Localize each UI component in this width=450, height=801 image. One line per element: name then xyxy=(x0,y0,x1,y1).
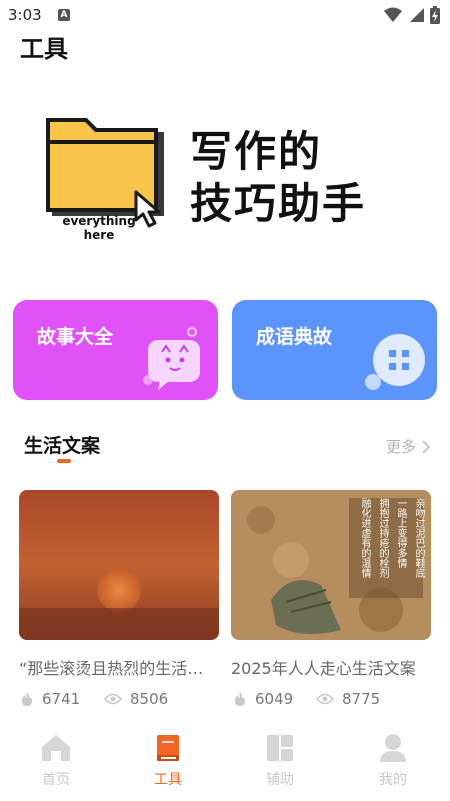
page-title: 工具 xyxy=(20,35,68,63)
article-title[interactable]: “那些滚烫且热烈的生活瞬间” xyxy=(19,655,219,679)
tab-tools[interactable]: 工具 xyxy=(133,733,203,789)
chat-bubble-grid-icon xyxy=(365,334,425,390)
views-stat: 8506 xyxy=(104,690,168,708)
home-icon xyxy=(42,735,70,761)
tab-label: 首页 xyxy=(42,772,70,788)
hero-banner[interactable]: everything here 写作的 技巧助手 xyxy=(40,110,420,250)
more-label: 更多 xyxy=(385,438,416,456)
book-icon xyxy=(157,735,179,761)
chat-bubble-cat-icon xyxy=(143,327,200,390)
section-underline xyxy=(57,459,71,463)
idiom-stories-card[interactable]: 成语典故 xyxy=(232,300,437,400)
signal-icon xyxy=(410,8,424,22)
article-thumbnail-shoe[interactable]: 亲吻过泥巴的鞋底 一路上变得多情 拥抱过持疮的栓剂 融化进虚有的温情 xyxy=(231,490,431,640)
wifi-icon xyxy=(384,7,402,22)
bottom-tab-bar: 首页 工具 辅助 我的 xyxy=(0,725,450,801)
notification-icon: A xyxy=(58,9,70,21)
likes-stat: 6049 xyxy=(233,690,293,708)
tab-label: 我的 xyxy=(379,772,407,788)
status-bar: 3:03 A xyxy=(0,0,450,30)
idiom-stories-label: 成语典故 xyxy=(256,326,333,348)
profile-icon xyxy=(380,734,406,762)
story-collection-card[interactable]: 故事大全 xyxy=(13,300,218,400)
flame-icon xyxy=(22,692,32,706)
section-title: 生活文案 xyxy=(24,435,101,457)
flame-icon xyxy=(235,692,245,706)
banner-title: 写作的 技巧助手 xyxy=(190,126,366,230)
eye-icon xyxy=(316,693,334,705)
banner-title-line1: 写作的 xyxy=(190,127,323,176)
chevron-right-icon xyxy=(422,439,430,454)
views-stat: 8775 xyxy=(316,690,380,708)
story-collection-label: 故事大全 xyxy=(37,326,114,348)
tab-label: 工具 xyxy=(154,772,182,788)
article-title[interactable]: 2025年人人走心生活文案 xyxy=(231,655,431,679)
tab-label: 辅助 xyxy=(266,772,294,788)
banner-caption: everything here xyxy=(62,214,136,242)
status-icons xyxy=(384,6,440,24)
eye-icon xyxy=(104,693,122,705)
status-time: 3:03 xyxy=(8,6,42,24)
more-link[interactable]: 更多 xyxy=(386,436,430,457)
tab-home[interactable]: 首页 xyxy=(21,733,91,789)
grid-icon xyxy=(267,735,293,761)
image-text-overlay: 亲吻过泥巴的鞋底 一路上变得多情 拥抱过持疮的栓剂 融化进虚有的温情 xyxy=(359,498,424,578)
battery-icon xyxy=(430,6,440,24)
tab-assist[interactable]: 辅助 xyxy=(245,733,315,789)
likes-stat: 6741 xyxy=(20,690,80,708)
sunset-image xyxy=(19,490,219,640)
tab-profile[interactable]: 我的 xyxy=(358,733,428,789)
article-thumbnail-sunset[interactable] xyxy=(19,490,219,640)
banner-title-line2: 技巧助手 xyxy=(190,179,367,228)
